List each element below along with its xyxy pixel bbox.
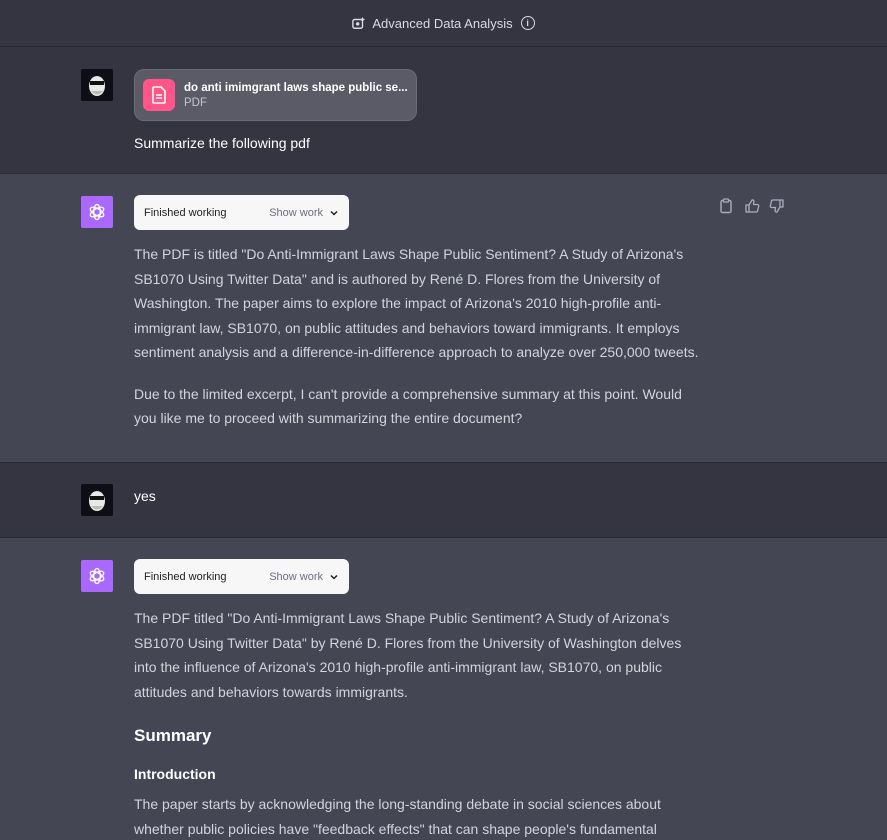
chevron-down-icon[interactable] — [329, 572, 339, 582]
show-work-button[interactable]: Show work — [269, 571, 323, 583]
assistant-avatar — [81, 196, 113, 228]
assistant-paragraph: The paper starts by acknowledging the lo… — [134, 796, 661, 837]
user-message: do anti imimgrant laws shape public se..… — [0, 47, 887, 174]
work-status-label: Finished working — [144, 570, 227, 583]
user-message: yes — [0, 463, 887, 538]
model-title[interactable]: Advanced Data Analysis — [372, 16, 512, 31]
section-heading: Summary — [134, 726, 212, 745]
clipboard-icon[interactable] — [719, 198, 735, 214]
work-status[interactable]: Finished working Show work — [134, 195, 349, 230]
avatar — [81, 69, 113, 101]
user-message-text: yes — [134, 488, 156, 504]
assistant-message: Finished working Show work The PDF title… — [0, 538, 887, 840]
assistant-avatar — [81, 560, 113, 592]
assistant-paragraph: Due to the limited excerpt, I can't prov… — [134, 385, 682, 427]
top-bar: Advanced Data Analysis i — [0, 0, 887, 47]
thumbs-up-icon[interactable] — [744, 198, 760, 214]
subsection-heading: Introduction — [134, 766, 216, 782]
avatar — [81, 484, 113, 516]
file-name: do anti imimgrant laws shape public se..… — [184, 81, 408, 94]
assistant-paragraph: The PDF titled "Do Anti-Immigrant Laws S… — [134, 610, 682, 700]
thumbs-down-icon[interactable] — [769, 198, 785, 214]
attached-file[interactable]: do anti imimgrant laws shape public se..… — [134, 69, 417, 121]
file-type: PDF — [184, 96, 207, 109]
document-icon — [143, 79, 175, 111]
work-status[interactable]: Finished working Show work — [134, 559, 349, 594]
data-analysis-icon — [352, 16, 366, 30]
message-actions — [719, 198, 785, 214]
chevron-down-icon[interactable] — [329, 208, 339, 218]
work-status-label: Finished working — [144, 206, 227, 219]
show-work-button[interactable]: Show work — [269, 207, 323, 219]
info-icon[interactable]: i — [520, 16, 535, 30]
user-message-text: Summarize the following pdf — [134, 135, 310, 151]
openai-logo-icon — [89, 567, 105, 585]
assistant-message: Finished working Show work The PDF is ti… — [0, 174, 887, 463]
openai-logo-icon — [89, 203, 105, 221]
assistant-paragraph: The PDF is titled "Do Anti-Immigrant Law… — [134, 246, 699, 360]
